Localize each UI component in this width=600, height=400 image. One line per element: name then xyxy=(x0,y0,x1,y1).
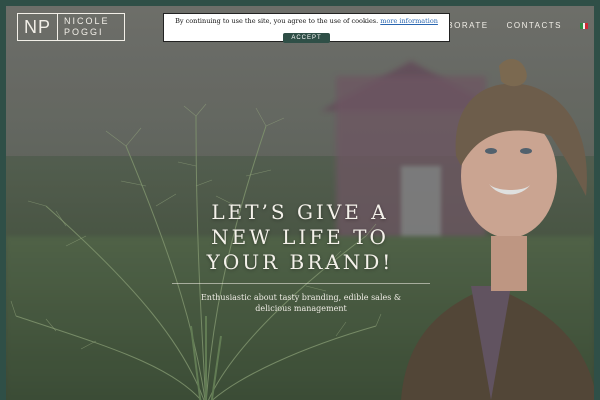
cookie-banner: By continuing to use the site, you agree… xyxy=(163,13,450,43)
nav-item-contacts[interactable]: CONTACTS xyxy=(507,21,562,30)
logo-last-name: POGGI xyxy=(64,27,104,37)
page-frame: NP NICOLE POGGI LABORATE CONTACTS By con… xyxy=(0,0,600,400)
headline-line-2: NEW LIFE TO xyxy=(211,225,389,249)
logo-name: NICOLE POGGI xyxy=(58,16,110,38)
headline-line-3: YOUR BRAND! xyxy=(206,250,394,274)
logo[interactable]: NP NICOLE POGGI xyxy=(17,13,125,41)
cookie-message: By continuing to use the site, you agree… xyxy=(164,17,449,26)
cookie-accept-button[interactable]: ACCEPT xyxy=(283,33,330,43)
italian-flag-icon[interactable] xyxy=(580,22,589,29)
hero-subline: Enthusiastic about tasty branding, edibl… xyxy=(200,293,402,313)
cookie-more-info-link[interactable]: more information xyxy=(380,17,438,25)
headline-divider xyxy=(172,283,430,284)
cookie-text: By continuing to use the site, you agree… xyxy=(175,17,379,25)
logo-initials: NP xyxy=(18,14,59,40)
logo-first-name: NICOLE xyxy=(64,16,110,26)
hero-headline: LET’S GIVE A NEW LIFE TO YOUR BRAND! xyxy=(180,200,420,275)
headline-line-1: LET’S GIVE A xyxy=(211,200,389,224)
main-nav: LABORATE CONTACTS xyxy=(435,21,589,30)
